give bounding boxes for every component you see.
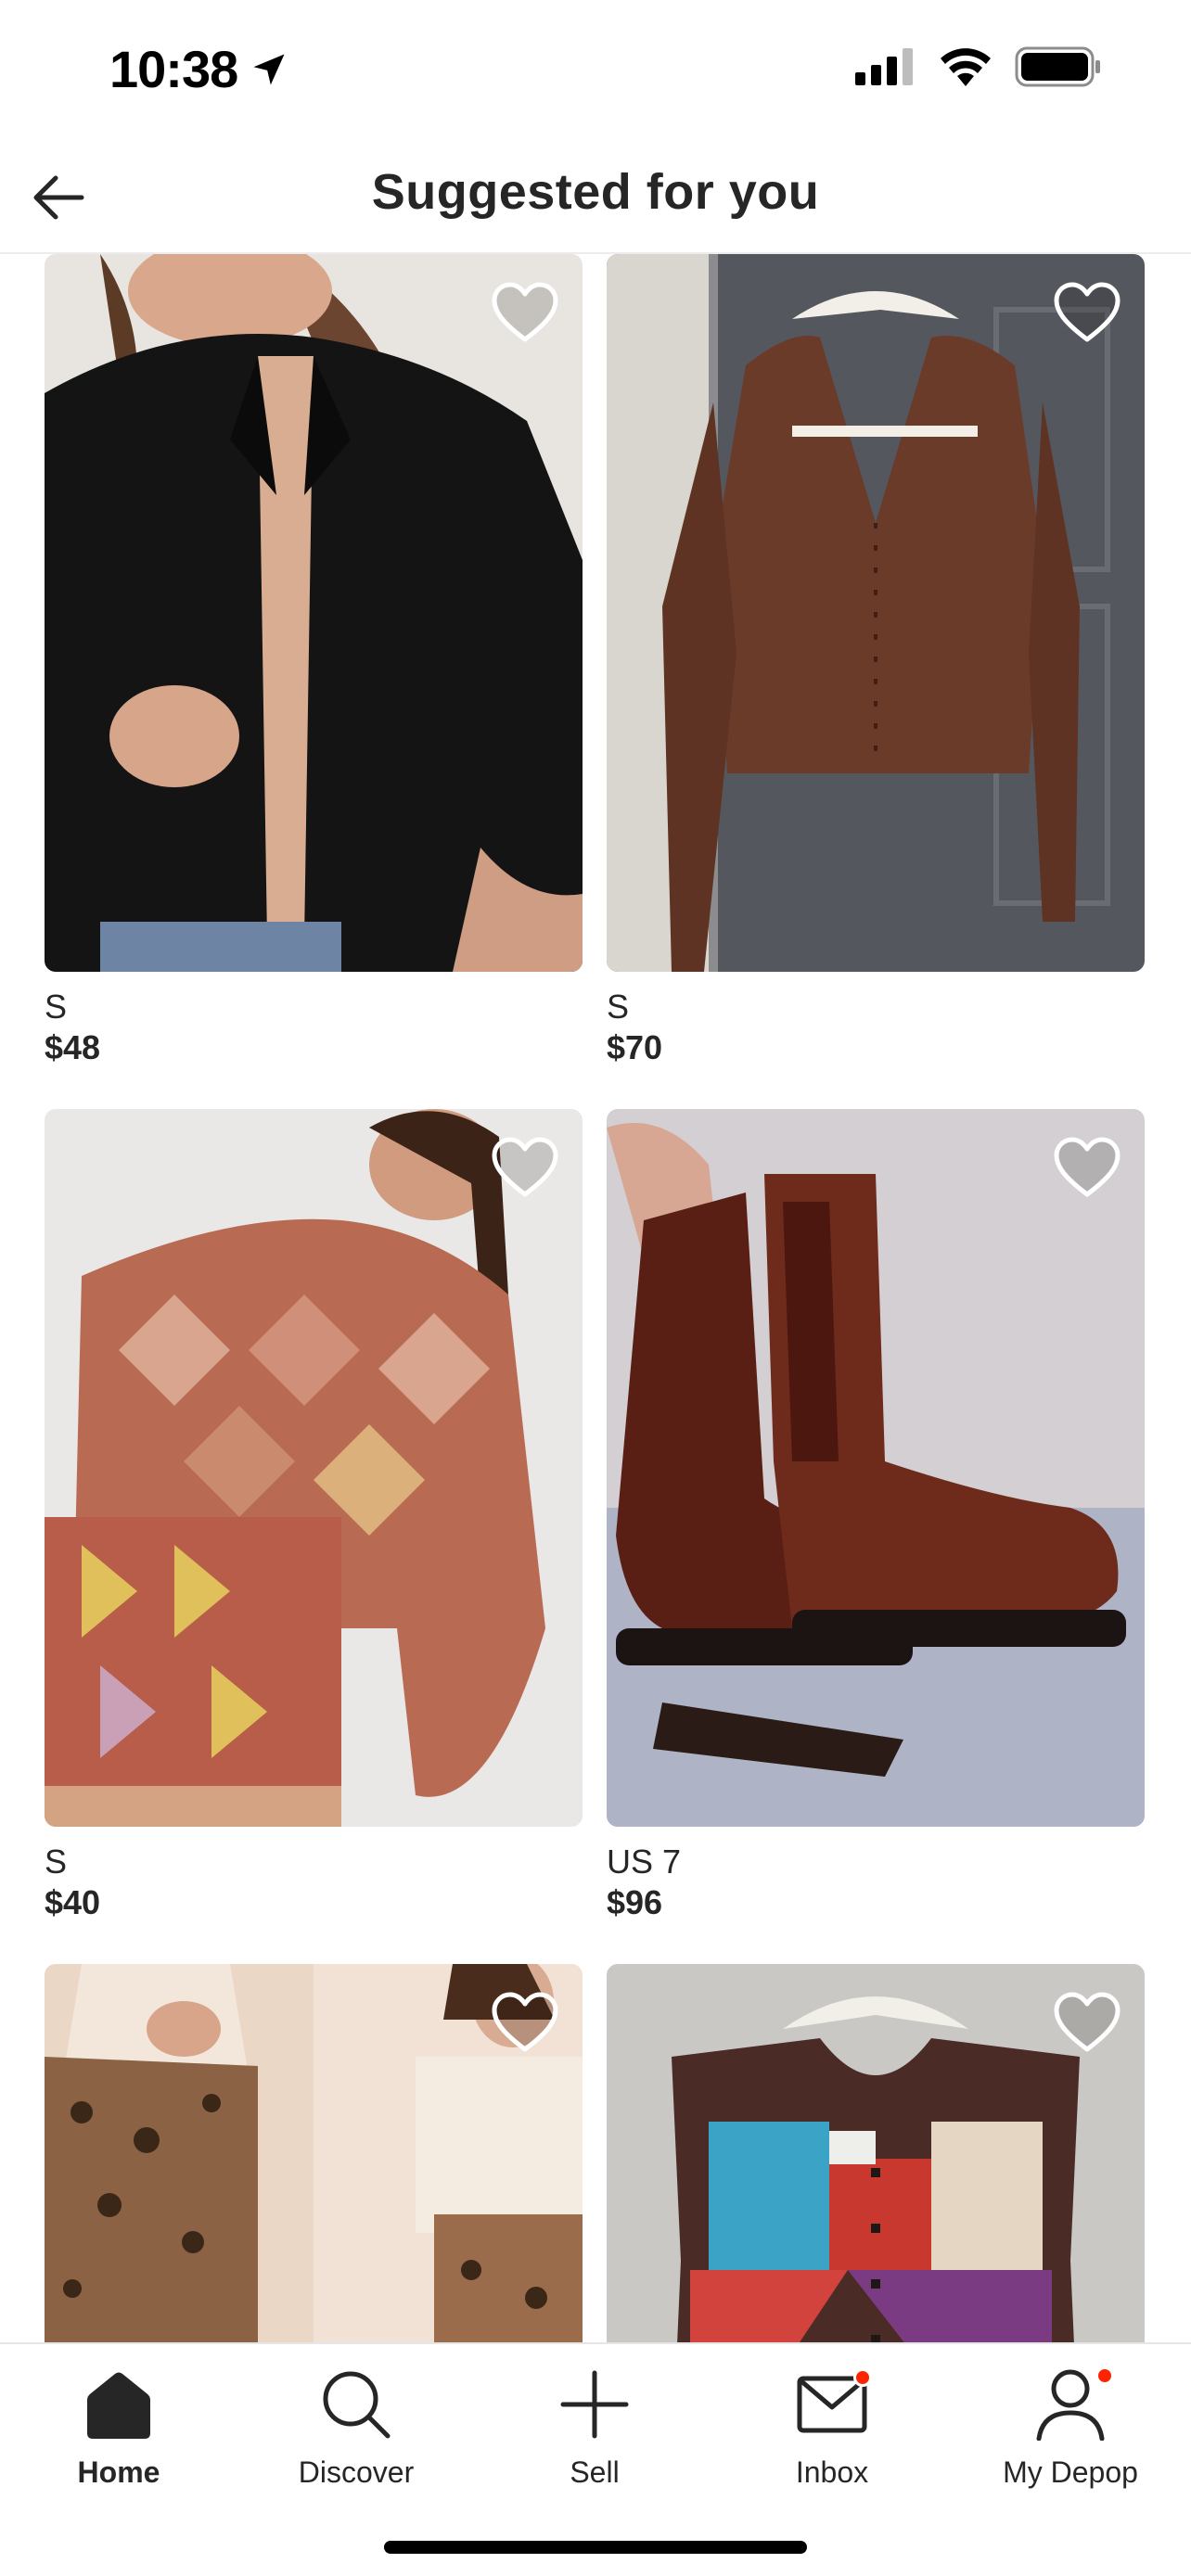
tab-discover-label: Discover [298,2455,415,2489]
home-indicator [384,2541,807,2554]
tab-home-label: Home [77,2455,160,2489]
heart-icon[interactable] [1052,1135,1122,1202]
product-image[interactable] [45,1964,583,2342]
user-icon [1029,2363,1114,2446]
tab-my-depop-label: My Depop [1003,2455,1138,2489]
status-bar: 10:38 [0,0,1191,139]
app-root: 10:38 Suggested for you S $48 S $70 S $4… [0,0,1191,2576]
product-price: $48 [45,1028,101,1066]
product-size: S [45,988,68,1026]
search-icon [314,2363,398,2446]
home-icon [77,2363,160,2446]
product-image[interactable] [607,254,1145,972]
tab-my-depop[interactable]: My Depop [968,2363,1172,2511]
product-card[interactable]: US 7 $96 [607,1109,1145,1923]
product-card[interactable]: S $70 [607,254,1145,1068]
heart-icon[interactable] [1052,1990,1122,2057]
product-photo-black-shirt [45,254,583,972]
status-time-text: 10:38 [109,40,238,98]
heart-icon[interactable] [1052,280,1122,347]
page-header: Suggested for you [0,139,1191,254]
notification-badge [1095,2366,1114,2385]
heart-icon[interactable] [490,1990,560,2057]
product-card[interactable] [45,1964,583,2342]
product-price: $96 [607,1883,663,1921]
product-price: $70 [607,1028,663,1066]
status-icons [855,46,1102,87]
product-image[interactable] [607,1964,1145,2342]
location-arrow-icon [253,54,285,84]
product-price: $40 [45,1883,101,1921]
tab-inbox-label: Inbox [795,2455,869,2489]
product-image[interactable] [45,254,583,972]
product-photo-brown-boots [607,1109,1145,1827]
product-card[interactable]: S $40 [45,1109,583,1923]
product-size: S [607,988,630,1026]
wifi-icon [941,48,991,86]
product-photo-patterned-knit-set [45,1109,583,1827]
product-card[interactable] [607,1964,1145,2342]
mail-icon [790,2363,874,2446]
page-title: Suggested for you [371,164,820,220]
status-time: 10:38 [109,39,289,99]
product-card[interactable]: S $48 [45,254,583,1068]
heart-icon[interactable] [490,280,560,347]
tab-home[interactable]: Home [17,2363,221,2511]
notification-badge [853,2368,872,2387]
cellular-signal-icon [855,48,913,85]
battery-icon [1015,46,1100,87]
product-photo-brown-cardigan [607,254,1145,972]
product-image[interactable] [45,1109,583,1827]
plus-icon [553,2363,636,2446]
product-size: US 7 [607,1843,682,1881]
product-grid: S $48 S $70 S $40 US 7 $96 [45,254,1146,2342]
tab-inbox[interactable]: Inbox [730,2363,934,2511]
heart-icon[interactable] [490,1135,560,1202]
product-size: S [45,1843,68,1881]
tab-sell[interactable]: Sell [493,2363,697,2511]
tab-sell-label: Sell [570,2455,620,2489]
tab-discover[interactable]: Discover [254,2363,458,2511]
product-image[interactable] [607,1109,1145,1827]
